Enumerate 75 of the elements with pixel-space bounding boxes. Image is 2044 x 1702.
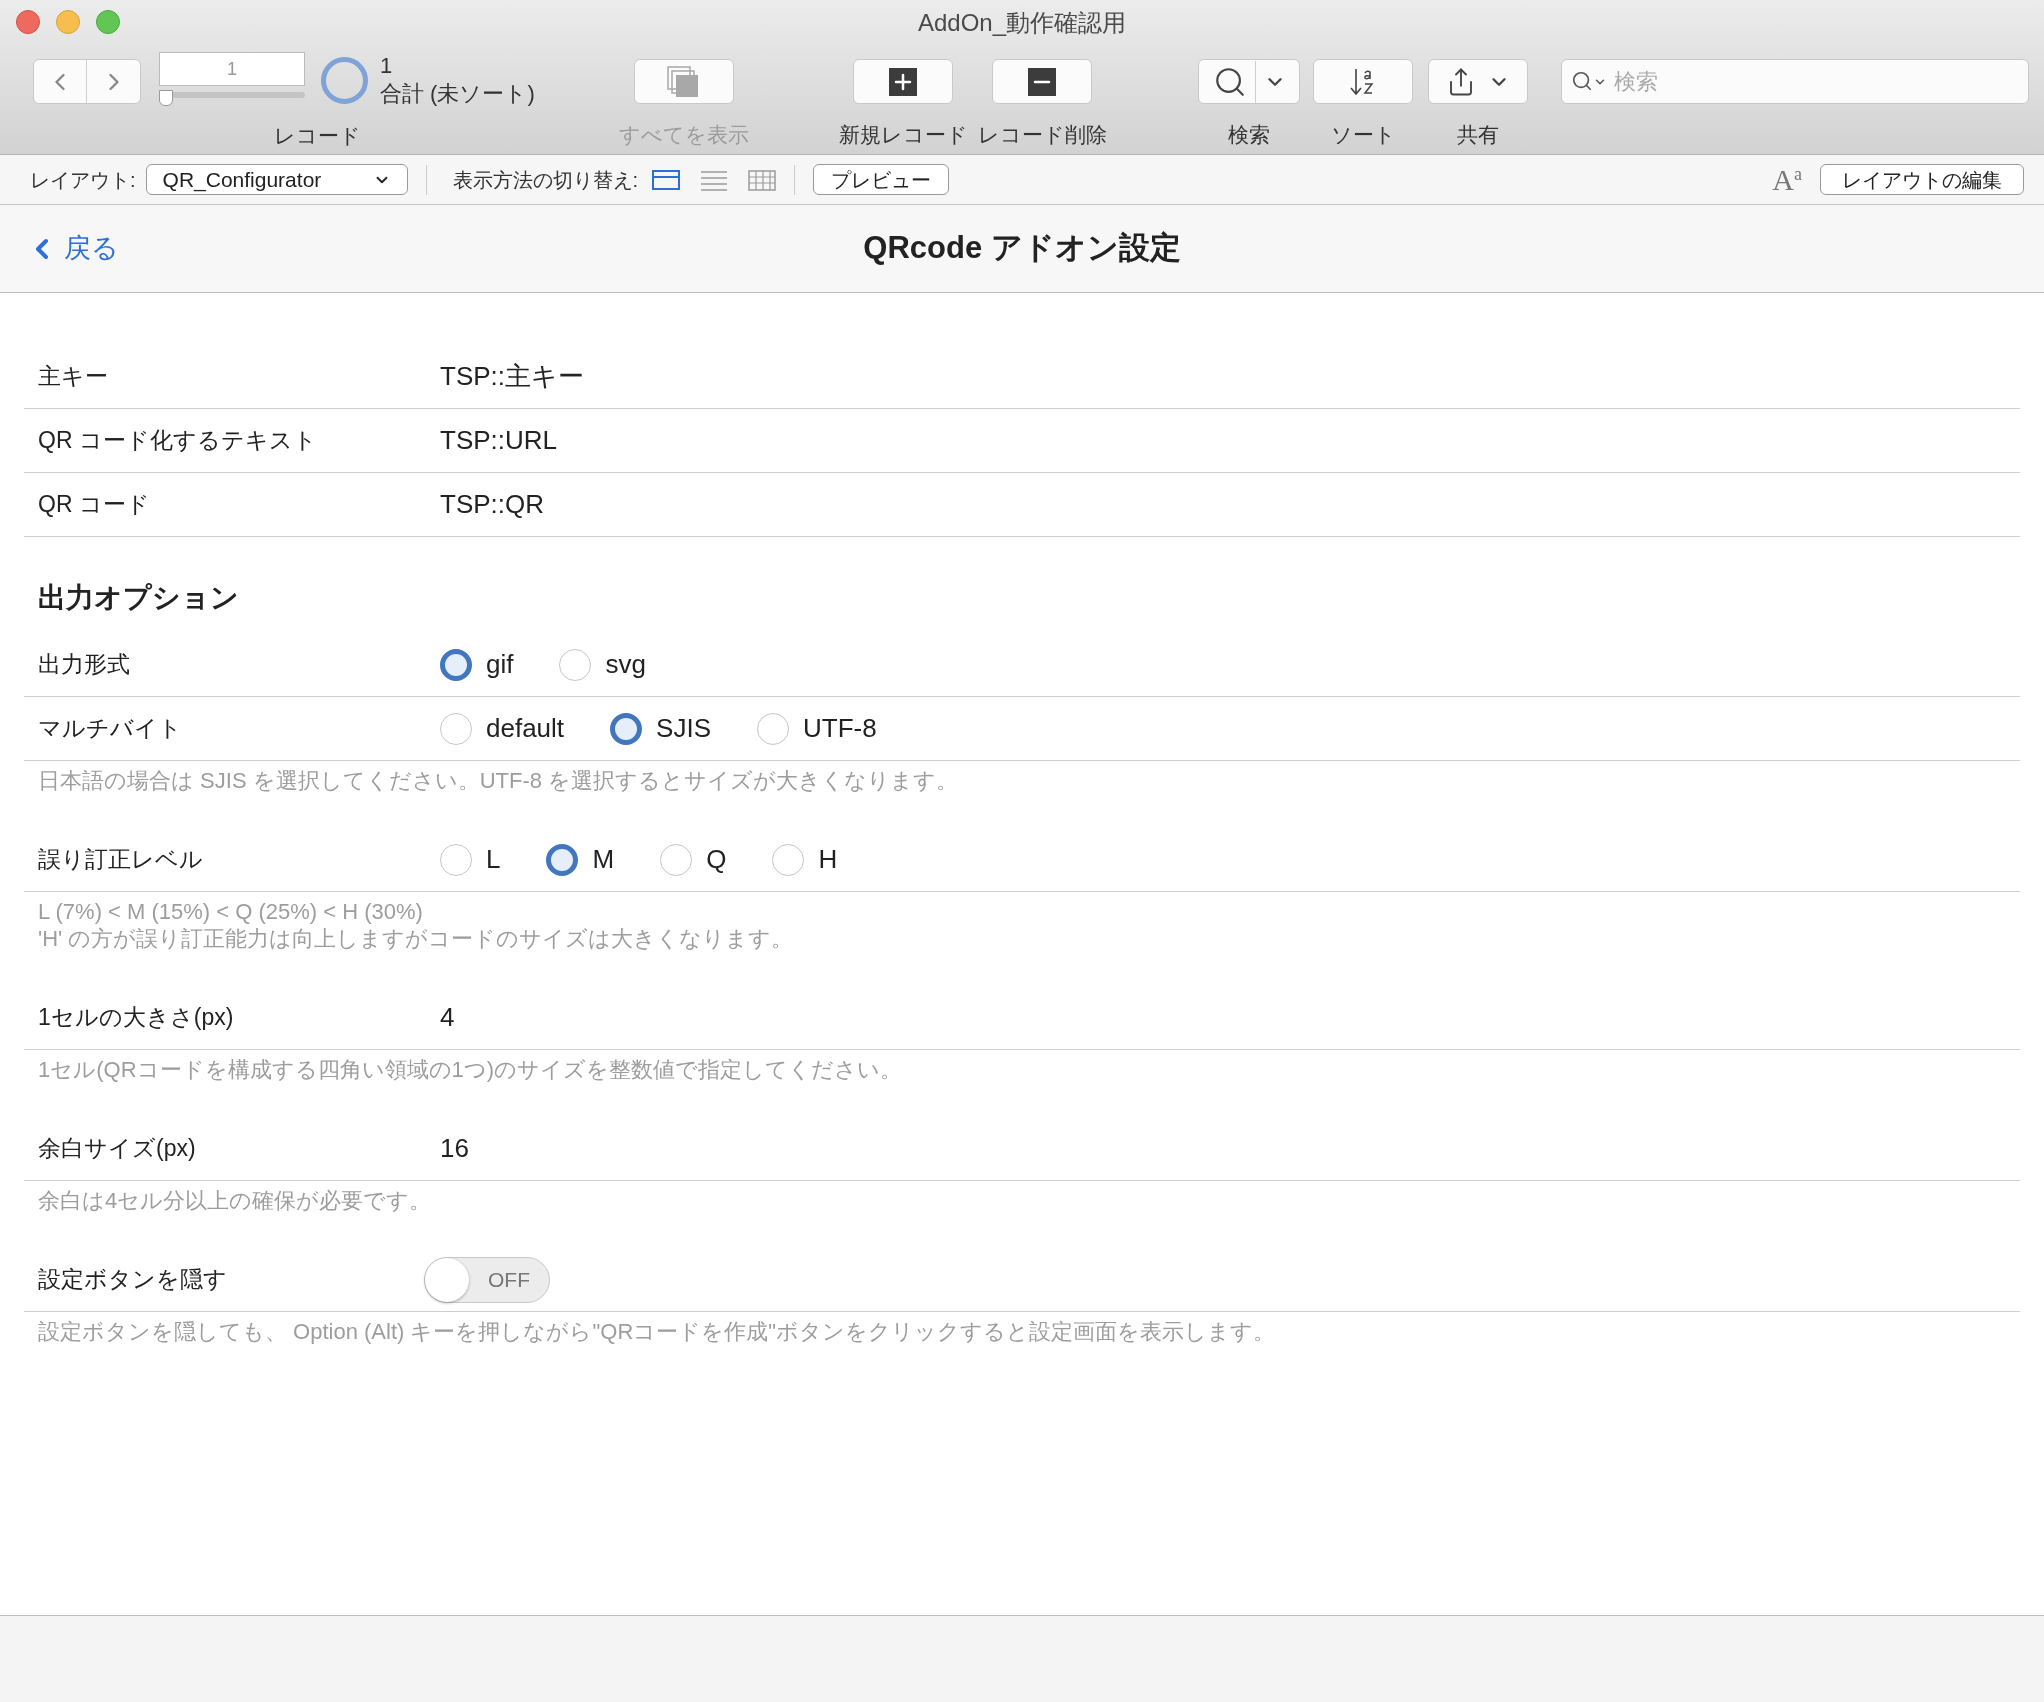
radio-button[interactable] (440, 648, 472, 681)
toggle-switch[interactable]: OFF (424, 1256, 550, 1303)
back-link[interactable]: 戻る (26, 228, 119, 269)
number-value[interactable]: 4 (440, 998, 455, 1037)
progress-ring-icon (321, 57, 368, 104)
field-label: 主キー (37, 362, 109, 392)
radio-label: gif (486, 648, 514, 681)
help-text: 'H' の方が誤り訂正能力は向上しますがコードのサイズは大きくなります。 (38, 925, 795, 952)
radio-button[interactable] (440, 712, 472, 745)
radio-label: M (592, 843, 615, 876)
toolbar-button[interactable] (1313, 59, 1413, 104)
toolbar-button[interactable] (992, 59, 1092, 104)
field-value: TSP::主キー (440, 360, 584, 393)
edit-layout-button[interactable]: レイアウトの編集 (1820, 164, 2024, 195)
preview-button[interactable]: プレビュー (813, 164, 950, 195)
minus-square-icon (1028, 67, 1056, 96)
record-slider-thumb[interactable] (159, 90, 173, 106)
stacked-pages-icon (667, 65, 701, 98)
toolbar-label: ソート (1330, 122, 1396, 148)
radio-button[interactable] (757, 712, 789, 745)
toolbar-label: 新規レコード (838, 122, 968, 148)
option-label: 出力形式 (37, 650, 131, 680)
help-text: 日本語の場合は SJIS を選択してください。UTF-8 を選択するとサイズが大きくなります。 (38, 767, 960, 794)
layout-dropdown[interactable]: QR_Configurator (145, 164, 408, 195)
help-text: 1セル(QRコードを構成する四角い領域の1つ)のサイズを整数値で指定してください。 (38, 1056, 904, 1083)
radio-button[interactable] (772, 843, 805, 876)
field-value: TSP::QR (440, 488, 544, 521)
option-label: 余白サイズ(px) (37, 1134, 197, 1164)
page-title: QRcode アドオン設定 (863, 229, 1181, 268)
toolbar-label: 共有 (1457, 122, 1499, 148)
field-label: QR コード (37, 490, 151, 520)
radio-label: SJIS (656, 712, 711, 745)
radio-button[interactable] (660, 843, 693, 876)
radio-label: H (818, 843, 838, 876)
radio-label: L (486, 843, 501, 876)
table-view-icon[interactable] (748, 168, 777, 191)
toolbar-button[interactable] (853, 59, 953, 104)
zoom-window-button[interactable] (96, 10, 120, 34)
radio-button[interactable] (559, 648, 592, 681)
field-value: TSP::URL (440, 424, 558, 457)
search-field[interactable]: 検索 (1561, 59, 2029, 104)
form-view-icon[interactable] (652, 168, 681, 191)
option-label: 1セルの大きさ(px) (37, 1003, 235, 1033)
radio-button[interactable] (546, 843, 579, 876)
toolbar-label: 検索 (1228, 122, 1270, 148)
radio-label: Q (706, 843, 727, 876)
toolbar-label: レコード削除 (977, 122, 1107, 148)
toolbar-label: レコード (274, 123, 362, 149)
toolbar-label: すべてを表示 (619, 122, 749, 148)
field-label: QR コード化するテキスト (37, 426, 318, 456)
help-text: 設定ボタンを隠しても、 Option (Alt) キーを押しながら"QRコードを作成"ボタンをクリックすると設定画面を表示します。 (38, 1318, 1277, 1345)
layout-label: レイアウト: (30, 167, 136, 193)
radio-button[interactable] (440, 843, 472, 876)
toolbar-button[interactable] (1198, 59, 1300, 104)
option-label: 誤り訂正レベル (37, 845, 204, 875)
record-status: 合計 (未ソート) (380, 80, 535, 108)
record-count: 1 (380, 52, 394, 80)
close-window-button[interactable] (16, 10, 40, 34)
list-view-icon[interactable] (700, 168, 729, 191)
view-switch-label: 表示方法の切り替え: (452, 167, 639, 193)
radio-button[interactable] (610, 712, 643, 745)
radio-label: UTF-8 (803, 712, 877, 745)
search-icon (1571, 70, 1593, 92)
radio-label: default (486, 712, 565, 745)
radio-label: svg (605, 648, 646, 681)
toolbar-button[interactable] (1428, 59, 1528, 104)
window-title: AddOn_動作確認用 (917, 8, 1127, 38)
option-label: マルチバイト (37, 714, 183, 744)
option-label: 設定ボタンを隠す (37, 1265, 228, 1295)
help-text: L (7%) < M (15%) < Q (25%) < H (30%) (38, 898, 424, 925)
help-text: 余白は4セル分以上の確保が必要です。 (38, 1187, 433, 1214)
plus-square-icon (889, 67, 917, 96)
number-value[interactable]: 16 (440, 1129, 469, 1168)
section-heading: 出力オプション (38, 581, 240, 615)
minimize-window-button[interactable] (56, 10, 80, 34)
